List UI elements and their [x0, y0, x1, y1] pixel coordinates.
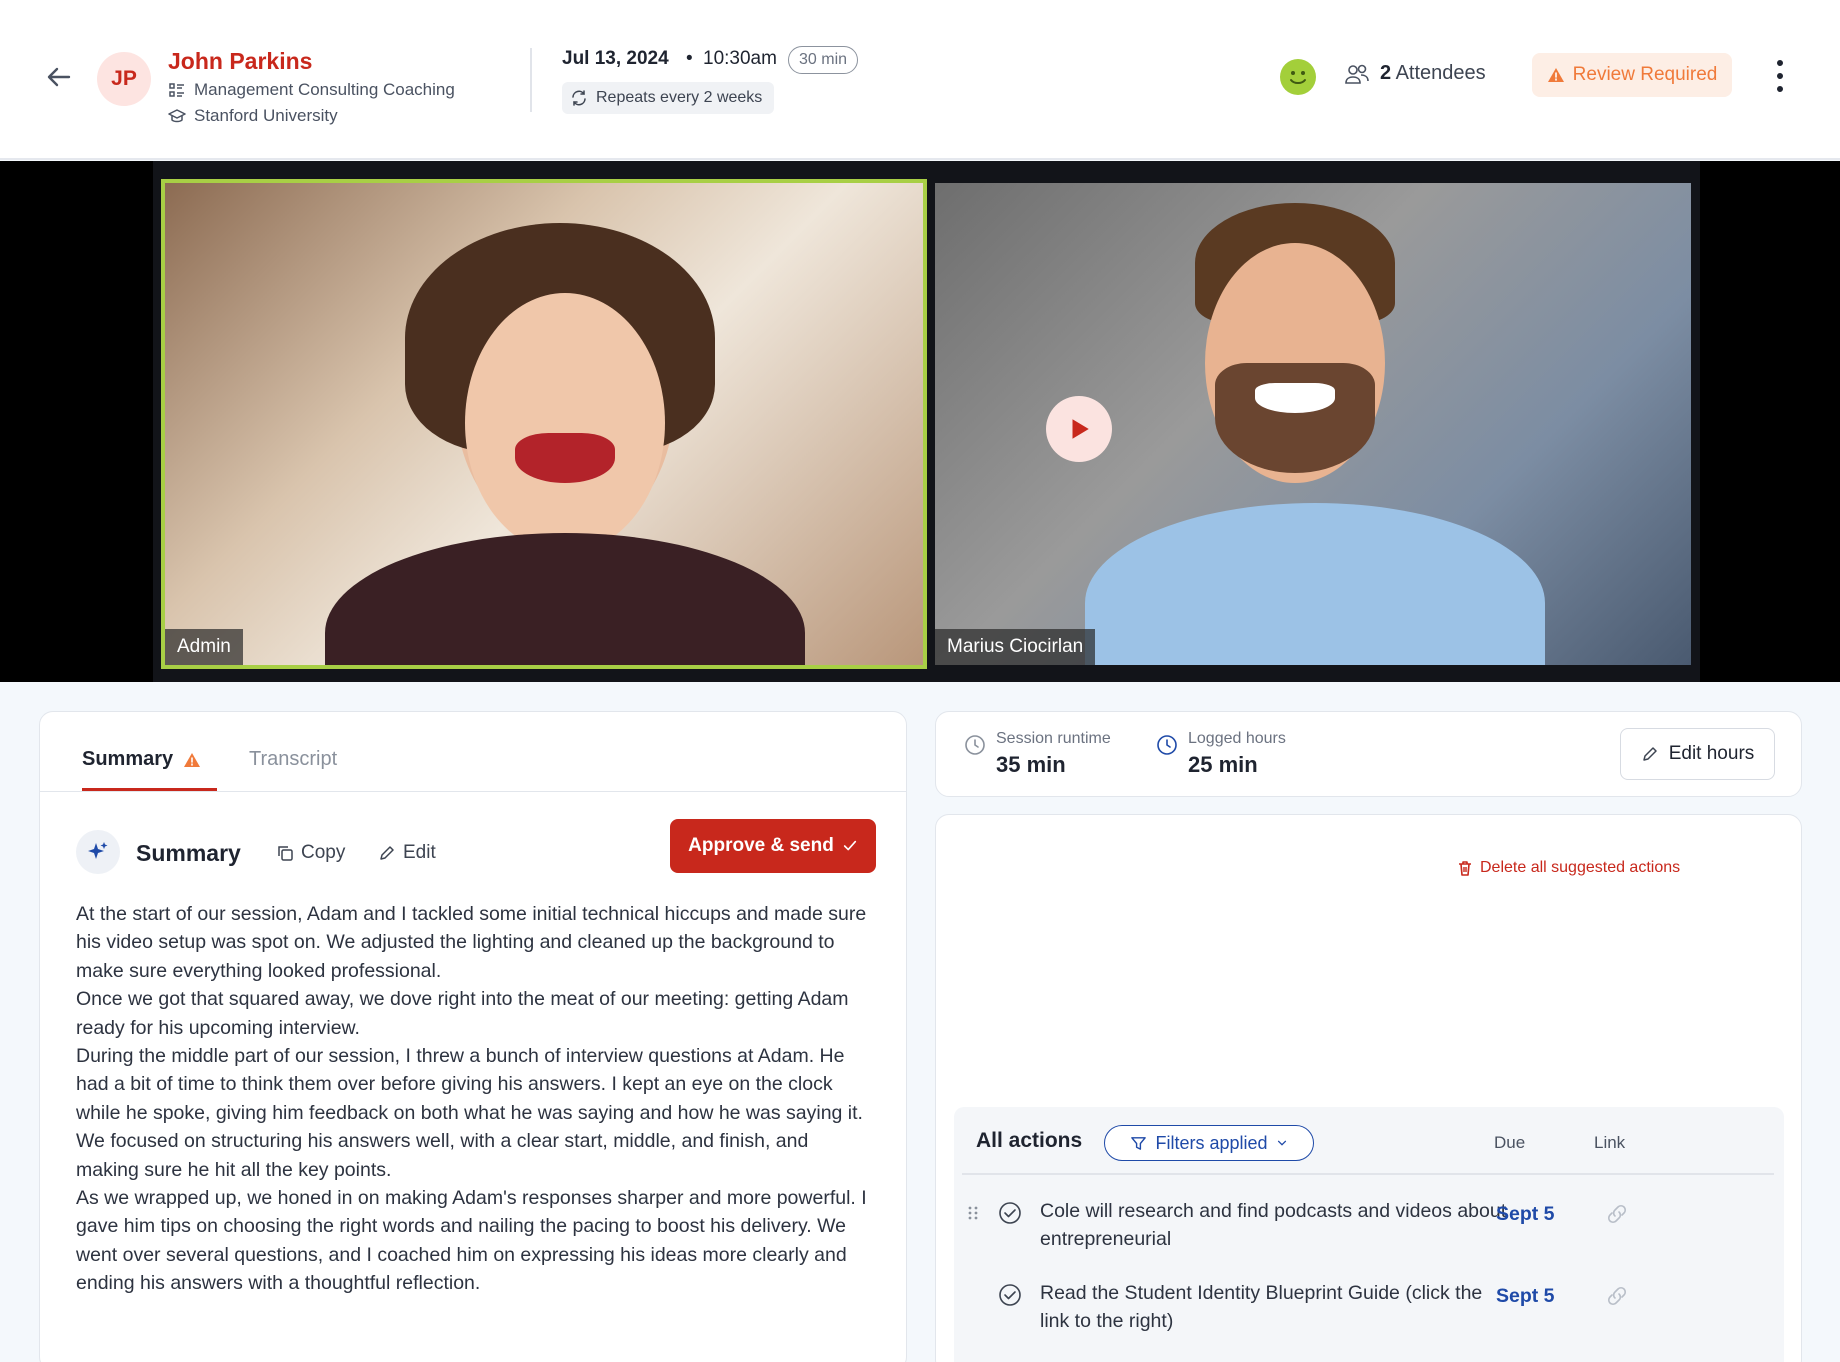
column-link: Link [1594, 1133, 1626, 1152]
client-name[interactable]: John Parkins [168, 48, 312, 75]
participant-beard [1215, 363, 1375, 473]
review-required-button[interactable]: Review Required [1532, 53, 1732, 97]
session-date: Jul 13, 2024 [562, 48, 669, 69]
video-frame: Admin Marius Ciocirlan [153, 161, 1700, 682]
link-icon[interactable] [1604, 1201, 1630, 1227]
attendees[interactable]: 2 Attendees [1344, 62, 1486, 85]
pencil-icon [380, 846, 394, 860]
more-options-icon[interactable] [1770, 60, 1790, 92]
delete-all-label: Delete all suggested actions [1480, 859, 1681, 876]
repeat-icon [572, 90, 586, 106]
approve-label: Approve & send [688, 835, 834, 856]
edit-hours-label: Edit hours [1668, 743, 1755, 764]
summary-paragraph: At the start of our session, Adam and I … [76, 903, 867, 982]
edit-label: Edit [403, 842, 436, 863]
smiley-face-icon [1280, 59, 1316, 95]
attendees-label: Attendees [1395, 62, 1486, 84]
action-text[interactable]: Cole will research and find podcasts and… [1040, 1197, 1510, 1253]
play-button[interactable] [1046, 396, 1112, 462]
tile-label-admin: Admin [165, 629, 243, 665]
participant-mouth [515, 433, 615, 483]
avatar: JP [97, 52, 151, 106]
graduation-cap-icon [168, 109, 186, 123]
filters-button[interactable]: Filters applied [1104, 1125, 1314, 1161]
logged-hours: Logged hours 25 min [1156, 730, 1286, 778]
column-due: Due [1494, 1133, 1526, 1152]
school-line: Stanford University [168, 106, 338, 126]
participant-face-front [465, 293, 665, 553]
runtime-label: Session runtime [996, 730, 1111, 747]
clock-icon [1157, 735, 1177, 755]
separator-dot: • [686, 48, 693, 69]
header-divider [530, 48, 532, 112]
check-circle-icon[interactable] [998, 1283, 1022, 1307]
filter-icon [1131, 1136, 1147, 1150]
copy-button[interactable]: Copy [276, 842, 345, 864]
link-icon[interactable] [1604, 1283, 1630, 1309]
approve-send-button[interactable]: Approve & send [670, 819, 876, 873]
play-icon [1072, 419, 1089, 439]
checkmark-icon [843, 840, 856, 851]
summary-body: At the start of our session, Adam and I … [76, 900, 876, 1298]
participant-smile [1255, 383, 1335, 413]
check-circle-icon[interactable] [998, 1201, 1022, 1225]
participant-body [325, 533, 805, 665]
users-icon [1345, 64, 1369, 84]
delete-all-actions-button[interactable]: Delete all suggested actions [1456, 859, 1680, 877]
actions-title: All actions [976, 1129, 1083, 1152]
school-name: Stanford University [194, 106, 338, 125]
repeats-badge: Repeats every 2 weeks [562, 82, 775, 114]
list-icon [169, 83, 184, 97]
summary-paragraph: Once we got that squared away, we dove r… [76, 988, 849, 1039]
tile-label-marius: Marius Ciocirlan [935, 629, 1096, 665]
warning-icon [184, 752, 201, 767]
session-runtime: Session runtime 35 min [964, 730, 1111, 778]
duration-badge: 30 min [788, 46, 859, 74]
attendees-count: 2 [1380, 62, 1392, 84]
review-label: Review Required [1572, 64, 1718, 85]
summary-panel: Summary Transcript Summary Copy Edit App… [39, 711, 907, 1362]
filters-label: Filters applied [1155, 1132, 1268, 1153]
tabs-bar: Summary Transcript [40, 712, 906, 792]
session-time: 10:30am [703, 48, 777, 69]
session-header: JP John Parkins Management Consulting Co… [0, 0, 1840, 160]
summary-title: Summary [136, 840, 241, 866]
active-tab-indicator [82, 788, 217, 791]
action-text[interactable]: Read the Student Identity Blueprint Guid… [1040, 1279, 1510, 1335]
program-name: Management Consulting Coaching [194, 80, 455, 99]
clock-icon [965, 735, 985, 755]
logged-value: 25 min [1188, 752, 1258, 777]
summary-paragraph: During the middle part of our session, I… [76, 1045, 863, 1181]
warning-icon [1547, 68, 1564, 82]
participant-body [1085, 503, 1545, 665]
action-due[interactable]: Sept 5 [1496, 1285, 1555, 1308]
repeats-text: Repeats every 2 weeks [596, 89, 763, 106]
video-tile-admin: Admin [161, 179, 927, 669]
pencil-icon [1642, 747, 1657, 761]
program-line: Management Consulting Coaching [168, 80, 455, 100]
back-arrow-icon[interactable] [44, 62, 74, 92]
chevron-down-icon [1277, 1140, 1286, 1146]
summary-paragraph: As we wrapped up, we honed in on making … [76, 1187, 867, 1295]
logged-label: Logged hours [1188, 730, 1286, 747]
runtime-value: 35 min [996, 752, 1066, 777]
actions-list: All actions Filters applied Due Link Col… [954, 1107, 1784, 1362]
drag-handle-icon[interactable] [966, 1205, 980, 1221]
copy-icon [278, 846, 293, 861]
trash-icon [1459, 861, 1471, 876]
edit-button[interactable]: Edit [378, 842, 436, 864]
action-due[interactable]: Sept 5 [1496, 1203, 1555, 1226]
actions-card: Delete all suggested actions All actions… [935, 814, 1802, 1362]
hours-card: Session runtime 35 min Logged hours 25 m… [935, 711, 1802, 797]
sparkle-icon [76, 830, 120, 874]
tab-summary[interactable]: Summary [82, 748, 201, 771]
tab-transcript[interactable]: Transcript [249, 748, 337, 771]
tab-summary-label: Summary [82, 748, 174, 770]
copy-label: Copy [301, 842, 346, 863]
video-player: Admin Marius Ciocirlan [0, 161, 1840, 682]
header-divider [962, 1173, 1774, 1175]
edit-hours-button[interactable]: Edit hours [1620, 728, 1775, 780]
